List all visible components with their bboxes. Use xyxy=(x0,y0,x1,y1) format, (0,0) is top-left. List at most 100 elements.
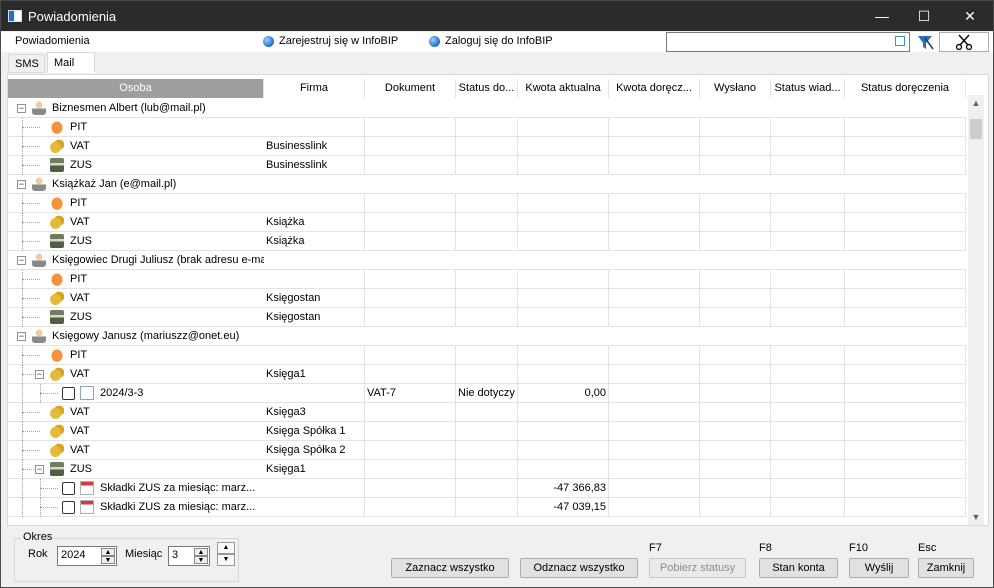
table-row[interactable]: VAT Księga3 xyxy=(8,403,966,422)
table-row[interactable]: VAT Businesslink xyxy=(8,137,966,156)
collapse-icon[interactable]: − xyxy=(17,104,26,113)
cell-empty xyxy=(700,460,771,479)
column-header[interactable]: Osoba xyxy=(8,79,264,98)
table-row[interactable]: Składki ZUS za miesiąc: marz... -47 039,1… xyxy=(8,498,966,517)
tab-mail[interactable]: Mail xyxy=(47,52,95,73)
cell-firma: Księga1 xyxy=(264,365,365,384)
row-checkbox[interactable] xyxy=(62,387,75,400)
row-label: Składki ZUS za miesiąc: marz... xyxy=(100,482,256,494)
cell-status xyxy=(456,289,518,308)
account-balance-button[interactable]: Stan konta xyxy=(759,558,838,578)
column-header[interactable]: Firma xyxy=(264,79,365,98)
row-checkbox[interactable] xyxy=(62,501,75,514)
collapse-icon[interactable]: − xyxy=(35,465,44,474)
title-bar: Powiadomienia — ☐ ✕ xyxy=(1,1,993,31)
table-row[interactable]: PIT xyxy=(8,270,966,289)
year-label: Rok xyxy=(28,548,48,560)
minimize-button[interactable]: — xyxy=(859,1,905,31)
cell-empty xyxy=(609,137,700,156)
table-row[interactable]: − ZUS Księga1 xyxy=(8,460,966,479)
period-legend: Okres xyxy=(21,531,55,543)
row-label: PIT xyxy=(70,273,88,285)
table-row[interactable]: VAT Księgostan xyxy=(8,289,966,308)
close-dialog-button[interactable]: Zamknij xyxy=(918,558,974,578)
column-header[interactable]: Status doręczenia xyxy=(845,79,966,98)
deselect-all-button[interactable]: Odznacz wszystko xyxy=(520,558,638,578)
clear-filter-button[interactable] xyxy=(939,32,989,52)
column-header[interactable]: Dokument xyxy=(365,79,456,98)
collapse-icon[interactable]: − xyxy=(17,256,26,265)
close-button[interactable]: ✕ xyxy=(947,1,993,31)
register-infobip-link[interactable]: Zarejestruj się w InfoBIP xyxy=(263,35,398,47)
cell-kwota xyxy=(518,365,609,384)
table-row[interactable]: − Księgowiec Drugi Juliusz (brak adresu e… xyxy=(8,251,966,270)
table-row[interactable]: PIT xyxy=(8,118,966,137)
tab-sms[interactable]: SMS xyxy=(8,54,45,73)
scroll-thumb[interactable] xyxy=(970,119,982,139)
collapse-icon[interactable]: − xyxy=(17,180,26,189)
column-header[interactable]: Status do... xyxy=(456,79,518,98)
column-header[interactable]: Wysłano xyxy=(700,79,771,98)
column-header[interactable]: Kwota doręcz... xyxy=(609,79,700,98)
period-down-icon[interactable]: ▼ xyxy=(217,554,235,566)
cell-empty xyxy=(700,365,771,384)
filter-button[interactable] xyxy=(914,32,936,52)
select-all-button[interactable]: Zaznacz wszystko xyxy=(391,558,509,578)
collapse-icon[interactable]: − xyxy=(35,370,44,379)
month-up-icon[interactable]: ▲ xyxy=(194,548,208,556)
piggy-bank-icon xyxy=(50,272,64,286)
cell-status xyxy=(456,441,518,460)
fetch-statuses-button[interactable]: Pobierz statusy xyxy=(649,558,746,578)
cell-empty xyxy=(771,498,845,517)
year-down-icon[interactable]: ▼ xyxy=(101,556,115,564)
table-row[interactable]: ZUS Businesslink xyxy=(8,156,966,175)
table-row[interactable]: − Biznesmen Albert (lub@mail.pl) xyxy=(8,99,966,118)
column-header[interactable]: Kwota aktualna xyxy=(518,79,609,98)
cell-empty xyxy=(845,308,966,327)
cell-empty xyxy=(845,441,966,460)
scroll-up-arrow-icon[interactable]: ▲ xyxy=(968,95,984,111)
table-row[interactable]: Składki ZUS za miesiąc: marz... -47 366,8… xyxy=(8,479,966,498)
table-row[interactable]: ZUS Księgostan xyxy=(8,308,966,327)
row-checkbox[interactable] xyxy=(62,482,75,495)
table-row[interactable]: VAT Księga Spółka 1 xyxy=(8,422,966,441)
cell-empty xyxy=(845,365,966,384)
cell-empty xyxy=(700,232,771,251)
cell-empty xyxy=(845,479,966,498)
column-header[interactable]: Status wiad... xyxy=(771,79,845,98)
cell-firma xyxy=(264,270,365,289)
table-row[interactable]: PIT xyxy=(8,346,966,365)
table-row[interactable]: − Książkaż Jan (e@mail.pl) xyxy=(8,175,966,194)
search-input[interactable] xyxy=(666,32,910,52)
month-stepper[interactable]: 3 ▲ ▼ xyxy=(168,546,210,566)
table-row[interactable]: 2024/3-3 VAT-7 Nie dotyczy 0,00 xyxy=(8,384,966,403)
cell-firma xyxy=(264,194,365,213)
globe-icon xyxy=(263,35,274,47)
table-row[interactable]: − VAT Księga1 xyxy=(8,365,966,384)
vertical-scrollbar[interactable]: ▲ ▼ xyxy=(968,95,984,525)
menu-powiadomienia[interactable]: Powiadomienia xyxy=(15,35,90,47)
maximize-button[interactable]: ☐ xyxy=(901,1,947,31)
year-stepper[interactable]: 2024 ▲ ▼ xyxy=(57,546,117,566)
table-row[interactable]: VAT Księga Spółka 2 xyxy=(8,441,966,460)
send-button[interactable]: Wyślij xyxy=(849,558,909,578)
scroll-down-arrow-icon[interactable]: ▼ xyxy=(968,509,984,525)
cell-firma: Księga Spółka 1 xyxy=(264,422,365,441)
login-infobip-link[interactable]: Zaloguj się do InfoBIP xyxy=(429,35,553,47)
year-up-icon[interactable]: ▲ xyxy=(101,548,115,556)
collapse-icon[interactable]: − xyxy=(17,332,26,341)
row-label: VAT xyxy=(70,406,90,418)
cell-empty xyxy=(700,137,771,156)
cell-dokument xyxy=(365,498,456,517)
cell-empty xyxy=(700,498,771,517)
piggy-bank-icon xyxy=(50,196,64,210)
table-row[interactable]: VAT Książka xyxy=(8,213,966,232)
cell-empty xyxy=(771,213,845,232)
period-up-icon[interactable]: ▲ xyxy=(217,542,235,554)
cell-empty xyxy=(771,289,845,308)
month-down-icon[interactable]: ▼ xyxy=(194,556,208,564)
table-row[interactable]: − Księgowy Janusz (mariuszz@onet.eu) xyxy=(8,327,966,346)
period-spinner[interactable]: ▲ ▼ xyxy=(217,542,235,566)
table-row[interactable]: PIT xyxy=(8,194,966,213)
table-row[interactable]: ZUS Książka xyxy=(8,232,966,251)
